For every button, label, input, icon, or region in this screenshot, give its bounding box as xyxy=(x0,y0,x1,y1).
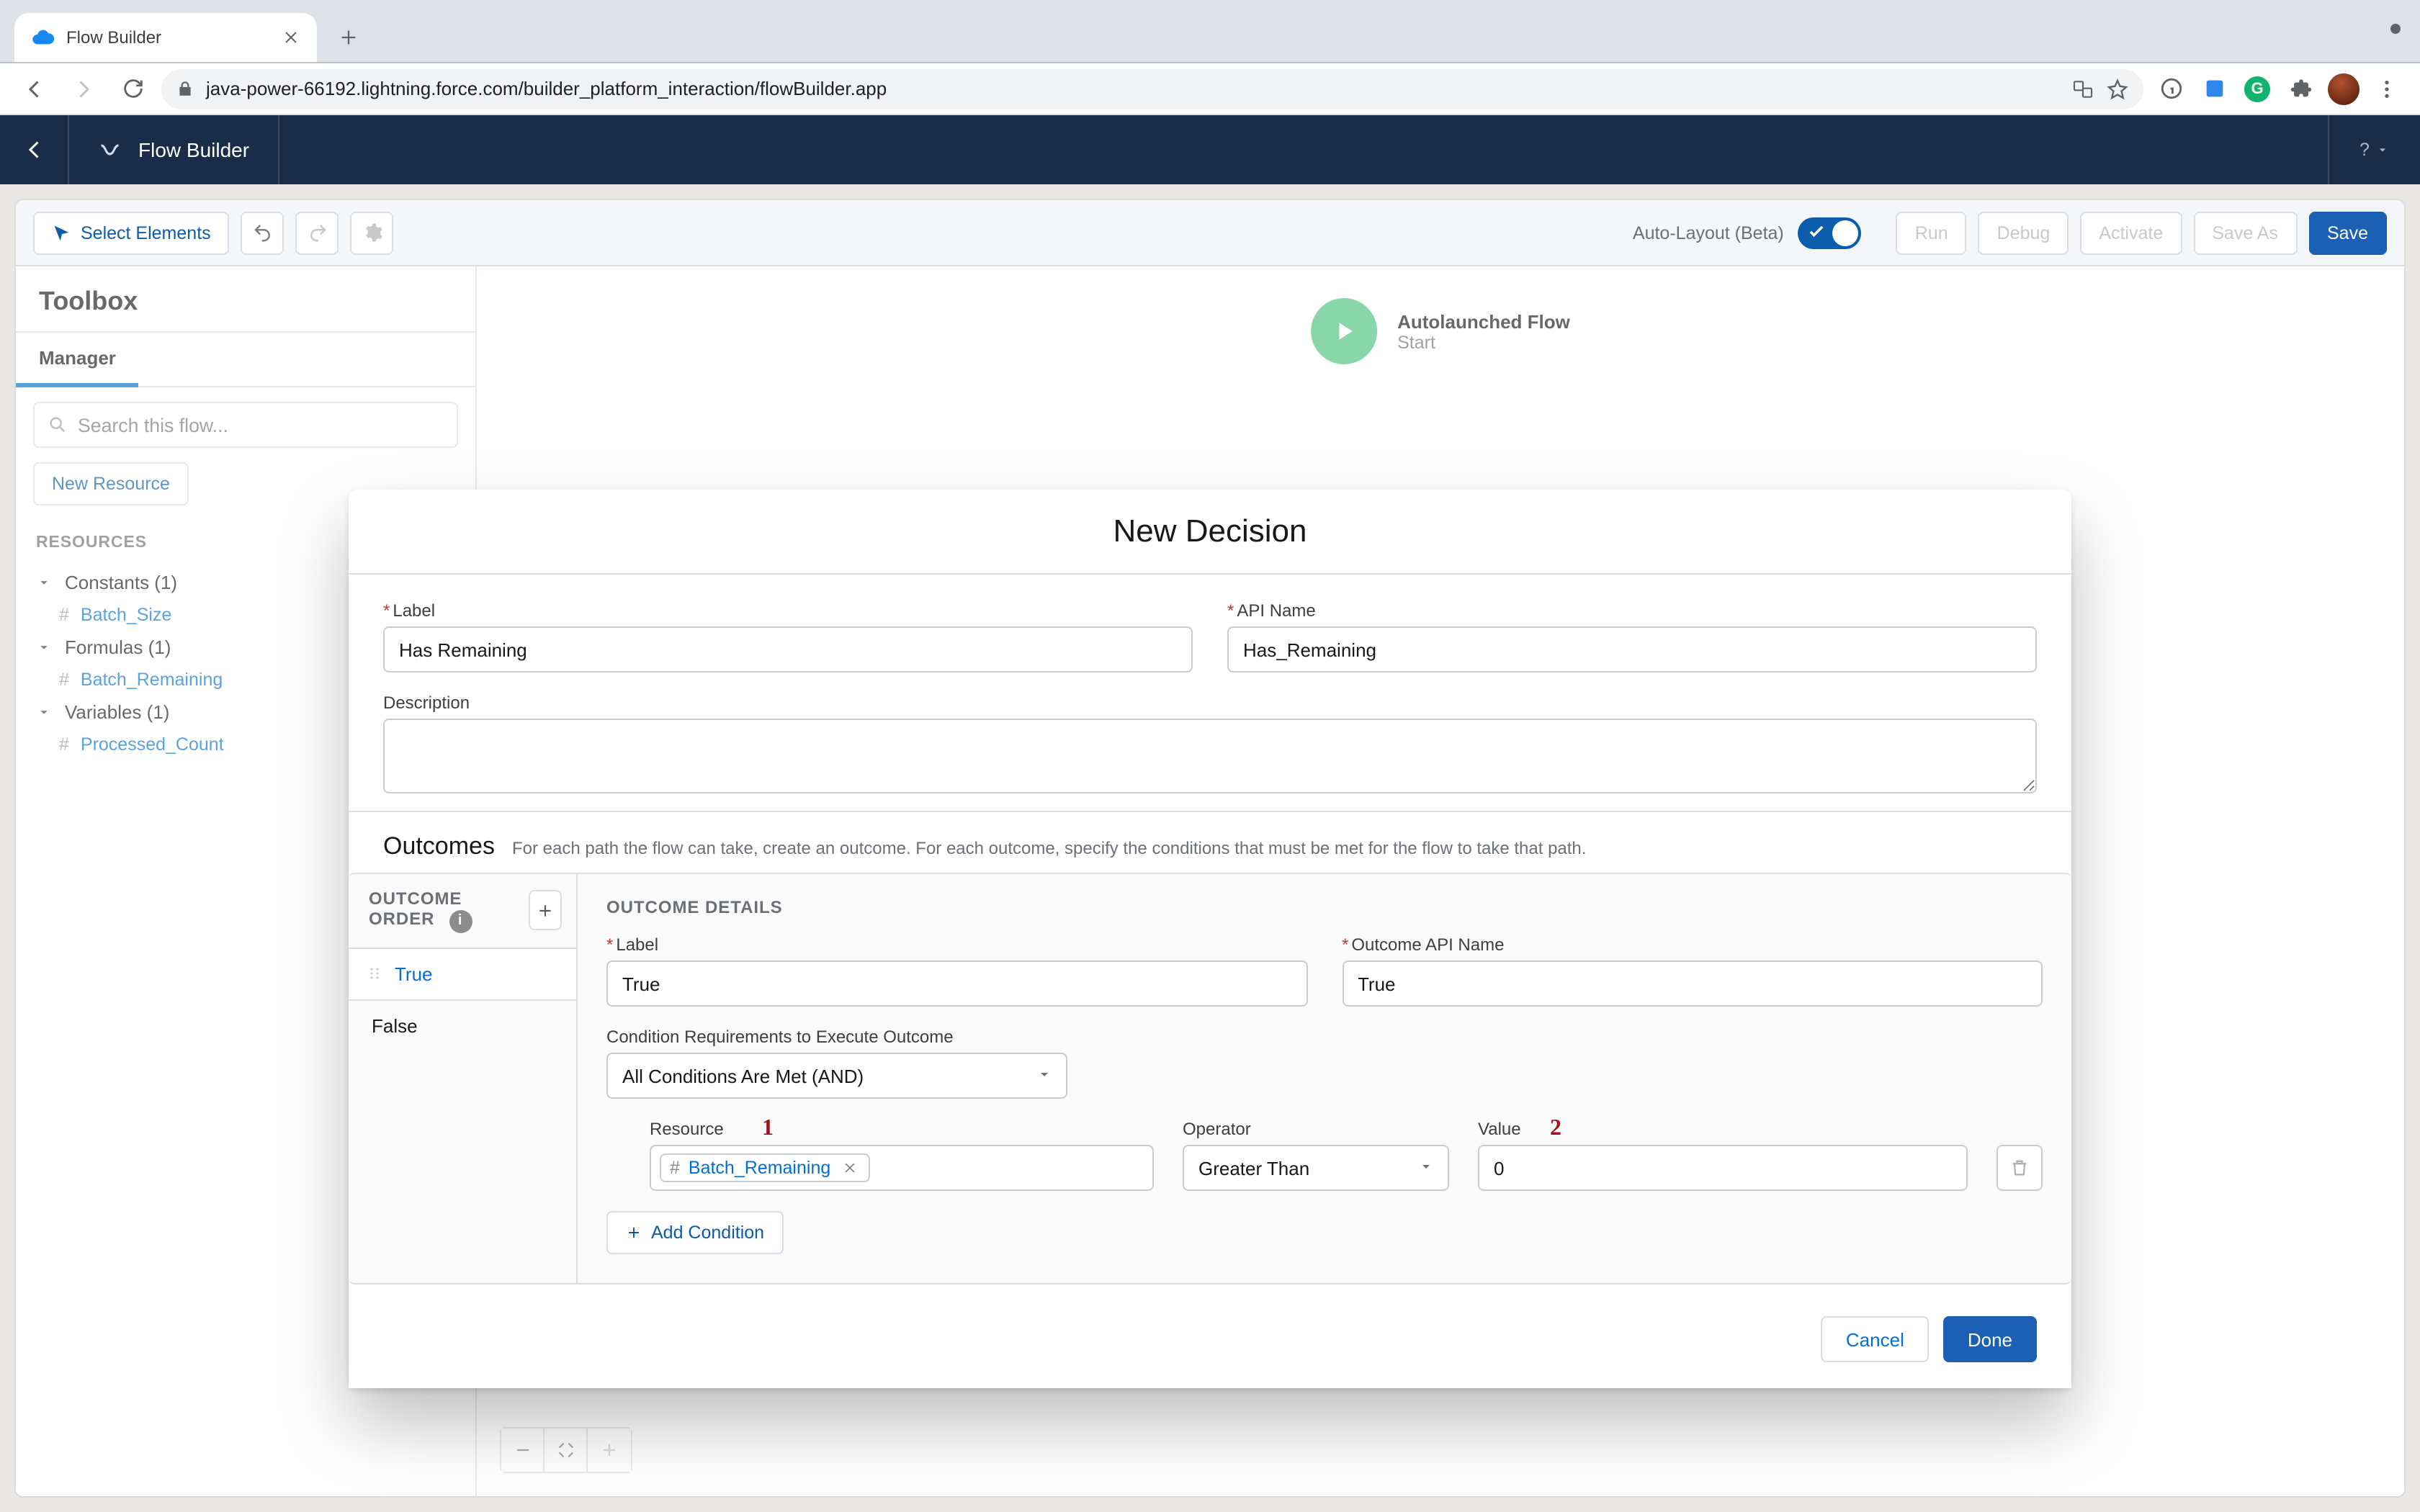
remove-pill-button[interactable] xyxy=(839,1161,859,1175)
flow-icon xyxy=(98,137,124,163)
lock-icon xyxy=(176,79,194,98)
drag-handle-icon[interactable] xyxy=(366,965,383,982)
modal-title: New Decision xyxy=(349,490,2071,575)
outcome-order-label: OUTCOME ORDER xyxy=(369,888,462,929)
field-label: *API Name xyxy=(1227,600,2037,621)
field-label: Condition Requirements to Execute Outcom… xyxy=(606,1027,2043,1047)
field-label: *Label xyxy=(606,935,1307,955)
activate-button: Activate xyxy=(2080,211,2182,254)
extension-grammarly-icon[interactable]: G xyxy=(2238,70,2276,107)
auto-layout-label: Auto-Layout (Beta) xyxy=(1633,222,1784,243)
browser-tab[interactable]: Flow Builder xyxy=(14,13,317,62)
decision-modal: New Decision *Label *API Name Descriptio… xyxy=(349,490,2071,1388)
annotation-1: 1 xyxy=(762,1116,774,1142)
cloud-icon xyxy=(32,26,55,49)
translate-icon[interactable] xyxy=(2071,77,2094,100)
add-outcome-button[interactable] xyxy=(529,891,562,931)
auto-layout-toggle[interactable] xyxy=(1798,217,1862,248)
redo-button xyxy=(296,211,339,254)
add-condition-button[interactable]: Add Condition xyxy=(606,1211,783,1254)
browser-avatar[interactable] xyxy=(2325,70,2362,107)
hash-icon: # xyxy=(670,1158,680,1178)
chrome-system-icon xyxy=(2385,19,2406,39)
delete-condition-button[interactable] xyxy=(1996,1145,2043,1191)
browser-menu-button[interactable] xyxy=(2368,70,2406,107)
check-icon xyxy=(1807,221,1827,241)
decision-apiname-input[interactable] xyxy=(1227,626,2037,672)
browser-address-bar[interactable]: java-power-66192.lightning.force.com/bui… xyxy=(161,68,2143,109)
field-label: Operator xyxy=(1183,1119,1449,1139)
outcome-item[interactable]: True xyxy=(349,947,576,1000)
undo-button[interactable] xyxy=(241,211,284,254)
annotation-2: 2 xyxy=(1550,1116,1561,1142)
close-icon[interactable] xyxy=(277,29,305,46)
info-icon[interactable]: i xyxy=(449,909,472,932)
decision-label-input[interactable] xyxy=(383,626,1193,672)
star-icon[interactable] xyxy=(2106,77,2129,100)
condition-mode-select[interactable] xyxy=(606,1053,1067,1099)
condition-operator-select[interactable] xyxy=(1183,1145,1449,1191)
chevron-down-icon xyxy=(2375,143,2390,157)
app-title: Flow Builder xyxy=(138,138,249,161)
outcome-item[interactable]: False xyxy=(349,1000,576,1050)
select-elements-button[interactable]: Select Elements xyxy=(33,211,230,254)
outcome-apiname-input[interactable] xyxy=(1342,960,2043,1007)
browser-back-button[interactable] xyxy=(14,68,55,109)
field-label: *Label xyxy=(383,600,1193,621)
resource-pill[interactable]: # Batch_Remaining xyxy=(660,1153,869,1182)
field-label: Resource xyxy=(650,1119,1154,1139)
help-icon: ? xyxy=(2360,140,2370,160)
save-button[interactable]: Save xyxy=(2308,211,2387,254)
condition-value-input[interactable] xyxy=(1478,1145,1968,1191)
field-label: *Outcome API Name xyxy=(1342,935,2043,955)
info-icon[interactable] xyxy=(2152,70,2190,107)
decision-description-input[interactable] xyxy=(383,719,2037,793)
outcomes-heading: Outcomes xyxy=(383,832,495,861)
run-button: Run xyxy=(1896,211,1967,254)
chevron-down-icon xyxy=(1036,1066,1053,1083)
browser-url: java-power-66192.lightning.force.com/bui… xyxy=(206,78,2060,99)
browser-forward-button xyxy=(63,68,104,109)
chevron-down-icon xyxy=(1417,1158,1435,1175)
outcome-label-input[interactable] xyxy=(606,960,1307,1007)
debug-button: Debug xyxy=(1978,211,2069,254)
new-tab-button[interactable] xyxy=(328,17,369,58)
field-label: Description xyxy=(383,693,2037,713)
done-button[interactable]: Done xyxy=(1943,1316,2037,1362)
save-as-button: Save As xyxy=(2193,211,2297,254)
extension-icon[interactable] xyxy=(2195,70,2233,107)
select-elements-label: Select Elements xyxy=(81,222,211,243)
condition-resource-input[interactable]: # Batch_Remaining xyxy=(650,1145,1154,1191)
outcomes-description: For each path the flow can take, create … xyxy=(512,838,1587,858)
modal-close-button[interactable] xyxy=(2048,435,2080,467)
browser-reload-button[interactable] xyxy=(112,68,153,109)
app-back-button[interactable] xyxy=(0,115,69,184)
help-menu[interactable]: ? xyxy=(2328,115,2420,184)
cancel-button[interactable]: Cancel xyxy=(1821,1316,1929,1362)
settings-gear-button xyxy=(351,211,394,254)
extensions-puzzle-icon[interactable] xyxy=(2282,70,2319,107)
outcome-details-heading: OUTCOME DETAILS xyxy=(606,897,2043,917)
browser-tab-title: Flow Builder xyxy=(66,27,265,48)
